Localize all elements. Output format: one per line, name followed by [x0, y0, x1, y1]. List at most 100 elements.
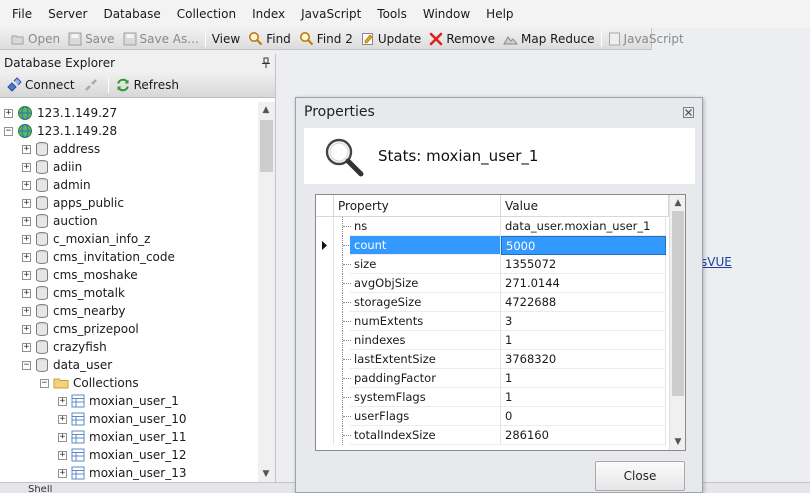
connect-button[interactable]: Connect — [2, 75, 79, 95]
expand-toggle-icon[interactable]: + — [58, 468, 67, 478]
tree-item-collection[interactable]: + moxian_user_1 — [58, 392, 179, 410]
property-value[interactable]: 1355072 — [501, 255, 666, 274]
column-header-value[interactable]: Value — [501, 195, 669, 217]
property-value[interactable]: 1 — [501, 388, 666, 407]
save-button[interactable]: Save — [64, 29, 118, 49]
shell-tab[interactable]: Shell — [28, 485, 52, 493]
collapse-toggle-icon[interactable]: − — [4, 126, 13, 136]
property-row[interactable]: numExtents 3 — [316, 312, 669, 331]
find2-button[interactable]: Find 2 — [295, 29, 357, 49]
tree-item-database[interactable]: + address — [22, 140, 100, 158]
tree-item-collection[interactable]: + moxian_user_10 — [58, 410, 187, 428]
property-value[interactable]: 3768320 — [501, 350, 666, 369]
tree-item-database[interactable]: + crazyfish — [22, 338, 107, 356]
expand-toggle-icon[interactable]: + — [22, 180, 31, 190]
expand-toggle-icon[interactable]: + — [22, 144, 31, 154]
property-row[interactable]: userFlags 0 — [316, 407, 669, 426]
expand-toggle-icon[interactable]: + — [22, 198, 31, 208]
collapse-toggle-icon[interactable]: − — [40, 378, 49, 388]
tree-item-database[interactable]: + apps_public — [22, 194, 124, 212]
property-value[interactable]: 1 — [501, 369, 666, 388]
collapse-toggle-icon[interactable]: − — [22, 360, 31, 370]
property-value[interactable]: 3 — [501, 312, 666, 331]
tree-item-database[interactable]: + adiin — [22, 158, 82, 176]
menu-collection[interactable]: Collection — [169, 0, 244, 28]
expand-toggle-icon[interactable]: + — [22, 288, 31, 298]
property-row[interactable]: ns data_user.moxian_user_1 — [316, 217, 669, 236]
find-button[interactable]: Find — [244, 29, 295, 49]
tree-item-database[interactable]: − data_user — [22, 356, 112, 374]
expand-toggle-icon[interactable]: + — [58, 432, 67, 442]
expand-toggle-icon[interactable]: + — [22, 324, 31, 334]
menu-server[interactable]: Server — [40, 0, 95, 28]
property-row[interactable]: totalIndexSize 286160 — [316, 426, 669, 445]
tree-item-server[interactable]: +123.1.149.27 — [4, 104, 117, 122]
tree-item-collection[interactable]: + moxian_user_13 — [58, 464, 187, 482]
expand-toggle-icon[interactable]: + — [22, 270, 31, 280]
scroll-down-arrow-icon[interactable]: ▼ — [258, 466, 274, 482]
property-row[interactable]: avgObjSize 271.0144 — [316, 274, 669, 293]
tree-item-database[interactable]: + admin — [22, 176, 91, 194]
property-value[interactable]: 4722688 — [501, 293, 666, 312]
tree-scrollbar-thumb[interactable] — [260, 120, 273, 172]
refresh-button[interactable]: Refresh — [111, 75, 183, 95]
tree-scrollbar[interactable]: ▲ ▼ — [258, 102, 275, 482]
expand-toggle-icon[interactable]: + — [22, 162, 31, 172]
property-value[interactable]: 5000 — [501, 236, 666, 255]
property-row[interactable]: count 5000 — [316, 236, 669, 255]
disconnect-button[interactable] — [79, 75, 106, 95]
menu-help[interactable]: Help — [478, 0, 521, 28]
property-row[interactable]: nindexes 1 — [316, 331, 669, 350]
dialog-titlebar[interactable]: Properties — [296, 98, 702, 126]
menu-file[interactable]: File — [4, 0, 40, 28]
grid-scrollbar-thumb[interactable] — [672, 211, 684, 396]
property-value[interactable]: 286160 — [501, 426, 666, 445]
property-value[interactable]: 271.0144 — [501, 274, 666, 293]
menu-index[interactable]: Index — [244, 0, 293, 28]
map-reduce-button[interactable]: Map Reduce — [499, 29, 599, 49]
expand-toggle-icon[interactable]: + — [22, 342, 31, 352]
property-value[interactable]: 0 — [501, 407, 666, 426]
grid-scrollbar[interactable]: ▲ ▼ — [669, 195, 685, 450]
expand-toggle-icon[interactable]: + — [22, 252, 31, 262]
open-button[interactable]: Open — [7, 29, 64, 49]
expand-toggle-icon[interactable]: + — [58, 450, 67, 460]
menu-window[interactable]: Window — [415, 0, 478, 28]
tree-item-database[interactable]: + cms_prizepool — [22, 320, 139, 338]
property-row[interactable]: systemFlags 1 — [316, 388, 669, 407]
tree-item-server[interactable]: − 123.1.149.28 — [4, 122, 117, 140]
property-row[interactable]: storageSize 4722688 — [316, 293, 669, 312]
save-as-button[interactable]: Save As... — [119, 29, 203, 49]
column-header-property[interactable]: Property — [334, 195, 501, 217]
property-value[interactable]: 1 — [501, 331, 666, 350]
expand-toggle-icon[interactable]: + — [4, 108, 13, 118]
expand-toggle-icon[interactable]: + — [58, 414, 67, 424]
tree-item-database[interactable]: + cms_moshake — [22, 266, 138, 284]
expand-toggle-icon[interactable]: + — [58, 396, 67, 406]
grid-scroll-up-icon[interactable]: ▲ — [670, 195, 685, 211]
tree-item-database[interactable]: + cms_invitation_code — [22, 248, 175, 266]
tree-item-database[interactable]: + auction — [22, 212, 98, 230]
tree-item-database[interactable]: + c_moxian_info_z — [22, 230, 150, 248]
background-link[interactable]: sVUE — [701, 255, 732, 269]
property-row[interactable]: paddingFactor 1 — [316, 369, 669, 388]
property-row[interactable]: lastExtentSize 3768320 — [316, 350, 669, 369]
update-button[interactable]: Update — [357, 29, 425, 49]
menu-database[interactable]: Database — [95, 0, 168, 28]
tree-item-database[interactable]: + cms_motalk — [22, 284, 125, 302]
tree-item-collection[interactable]: + moxian_user_12 — [58, 446, 187, 464]
tree-item-database[interactable]: + cms_nearby — [22, 302, 126, 320]
close-icon[interactable] — [683, 106, 694, 118]
javascript-button[interactable]: JavaScript — [604, 29, 688, 49]
expand-toggle-icon[interactable]: + — [22, 306, 31, 316]
menu-tools[interactable]: Tools — [369, 0, 415, 28]
property-row[interactable]: size 1355072 — [316, 255, 669, 274]
property-value[interactable]: data_user.moxian_user_1 — [501, 217, 666, 236]
tree-item-folder[interactable]: − Collections — [40, 374, 139, 392]
scroll-up-arrow-icon[interactable]: ▲ — [258, 102, 274, 118]
grid-scroll-down-icon[interactable]: ▼ — [670, 434, 685, 450]
pin-icon[interactable] — [261, 57, 271, 69]
tree-item-collection[interactable]: + moxian_user_11 — [58, 428, 187, 446]
remove-button[interactable]: Remove — [425, 29, 499, 49]
close-button[interactable]: Close — [595, 461, 685, 491]
